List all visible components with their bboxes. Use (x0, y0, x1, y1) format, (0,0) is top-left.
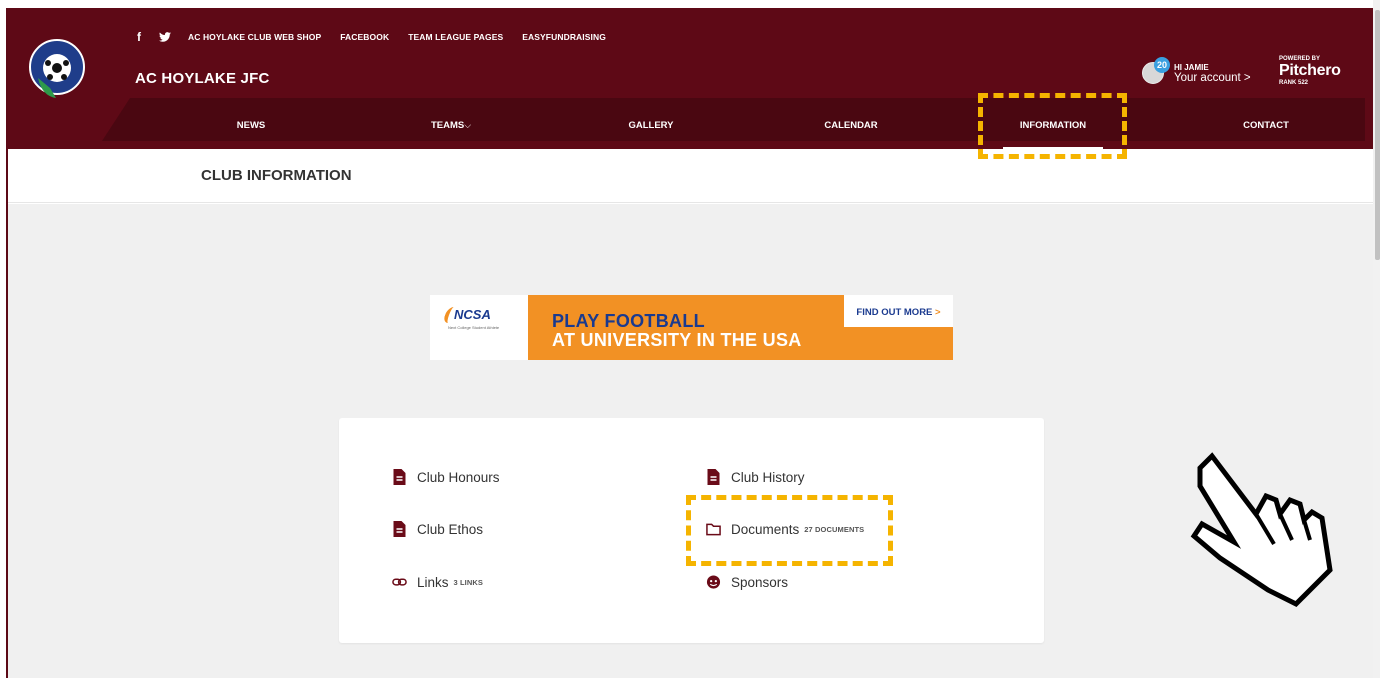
twitter-icon[interactable] (159, 32, 171, 42)
main-nav-bar (102, 98, 1365, 141)
nav-news[interactable]: NEWS (237, 120, 266, 131)
chevron-down-icon: ⌵ (464, 120, 472, 130)
list-item-club-ethos[interactable]: Club Ethos (392, 521, 483, 537)
account-greeting: HI JAMIE (1174, 62, 1209, 72)
club-name[interactable]: AC HOYLAKE JFC (135, 70, 269, 87)
links-count: 3 LINKS (453, 577, 483, 587)
club-rank: RANK 522 (1279, 80, 1309, 86)
list-item-label: Links (417, 574, 449, 590)
club-logo[interactable] (28, 38, 86, 100)
list-item-club-honours[interactable]: Club Honours (392, 469, 500, 485)
notification-badge: 20 (1154, 57, 1170, 73)
chevron-right-icon: > (935, 307, 941, 318)
list-item-label: Sponsors (731, 574, 789, 590)
ncsa-logo-subtitle: Next College Student Athlete (448, 325, 500, 330)
scrollbar-thumb[interactable] (1375, 10, 1380, 260)
document-icon (393, 469, 406, 485)
document-icon (707, 469, 720, 485)
ad-headline-2: AT UNIVERSITY IN THE USA (552, 330, 802, 350)
document-icon (393, 521, 406, 537)
highlight-documents (686, 495, 893, 566)
list-item-label: Club Ethos (417, 521, 484, 537)
ad-headline-1: PLAY FOOTBALL (552, 311, 705, 331)
ncsa-logo: NCSA Next College Student Athlete (430, 295, 528, 360)
account-menu[interactable]: 20 HI JAMIE Your account > (1142, 57, 1251, 84)
list-item-label: Club History (731, 469, 805, 485)
top-link-easyfundraising[interactable]: EASYFUNDRAISING (522, 32, 606, 42)
list-item-club-history[interactable]: Club History (706, 469, 805, 485)
top-link-facebook[interactable]: FACEBOOK (340, 32, 389, 42)
nav-calendar[interactable]: CALENDAR (824, 120, 877, 131)
your-account-link[interactable]: Your account > (1174, 72, 1251, 84)
nav-gallery[interactable]: GALLERY (628, 120, 673, 131)
powered-by-pitchero[interactable]: POWERED BY Pitchero RANK 522 (1279, 56, 1341, 86)
highlight-information (978, 93, 1127, 159)
avatar[interactable]: 20 (1142, 57, 1170, 84)
list-item-label: Club Honours (417, 469, 500, 485)
nav-teams-label: TEAMS (430, 120, 465, 131)
nav-contact[interactable]: CONTACT (1243, 120, 1289, 131)
facebook-icon[interactable]: f (137, 30, 141, 44)
page: f AC HOYLAKE CLUB WEB SHOP FACEBOOK TEAM… (0, 0, 1380, 678)
page-title: CLUB INFORMATION (201, 167, 352, 184)
ad-main-panel: PLAY FOOTBALL AT UNIVERSITY IN THE USA F… (528, 295, 953, 360)
pointer-hand-icon (1190, 452, 1333, 608)
link-icon (392, 578, 407, 586)
top-links-bar: f AC HOYLAKE CLUB WEB SHOP FACEBOOK TEAM… (137, 30, 625, 44)
pitchero-logo[interactable]: Pitchero (1279, 62, 1341, 80)
find-out-more-button[interactable]: FIND OUT MORE > (844, 295, 953, 327)
sponsor-icon (706, 575, 721, 589)
top-link-team-league-pages[interactable]: TEAM LEAGUE PAGES (408, 32, 503, 42)
list-item-links[interactable]: Links 3 LINKS (392, 574, 483, 590)
find-out-more-label: FIND OUT MORE (856, 307, 933, 318)
top-link-web-shop[interactable]: AC HOYLAKE CLUB WEB SHOP (188, 32, 321, 42)
ncsa-banner-ad[interactable]: NCSA Next College Student Athlete PLAY F… (430, 295, 953, 360)
list-item-sponsors[interactable]: Sponsors (706, 574, 788, 590)
nav-teams[interactable]: TEAMS⌵ (431, 120, 471, 131)
window-border (0, 0, 8, 678)
ncsa-logo-text: NCSA (454, 307, 491, 322)
